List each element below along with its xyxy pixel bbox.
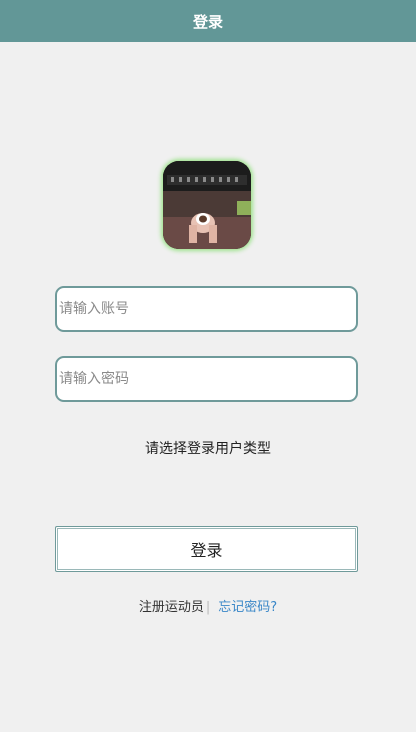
top-bar: 登录 [0, 0, 416, 42]
register-link[interactable]: 注册运动员 [139, 600, 204, 615]
account-input[interactable] [55, 286, 358, 332]
user-type-label: 请选择登录用户类型 [145, 441, 271, 457]
user-type-select[interactable]: 请选择登录用户类型 [0, 438, 416, 458]
auth-links: 注册运动员 | 忘记密码? [0, 596, 416, 615]
password-input[interactable] [55, 356, 358, 402]
login-button[interactable]: 登录 [55, 526, 358, 572]
avatar-image [163, 161, 251, 249]
page-title: 登录 [192, 12, 223, 31]
forgot-password-link[interactable]: 忘记密码? [218, 600, 277, 615]
link-separator: | [205, 600, 211, 615]
login-button-label: 登录 [190, 541, 223, 560]
avatar-photo [163, 161, 251, 249]
